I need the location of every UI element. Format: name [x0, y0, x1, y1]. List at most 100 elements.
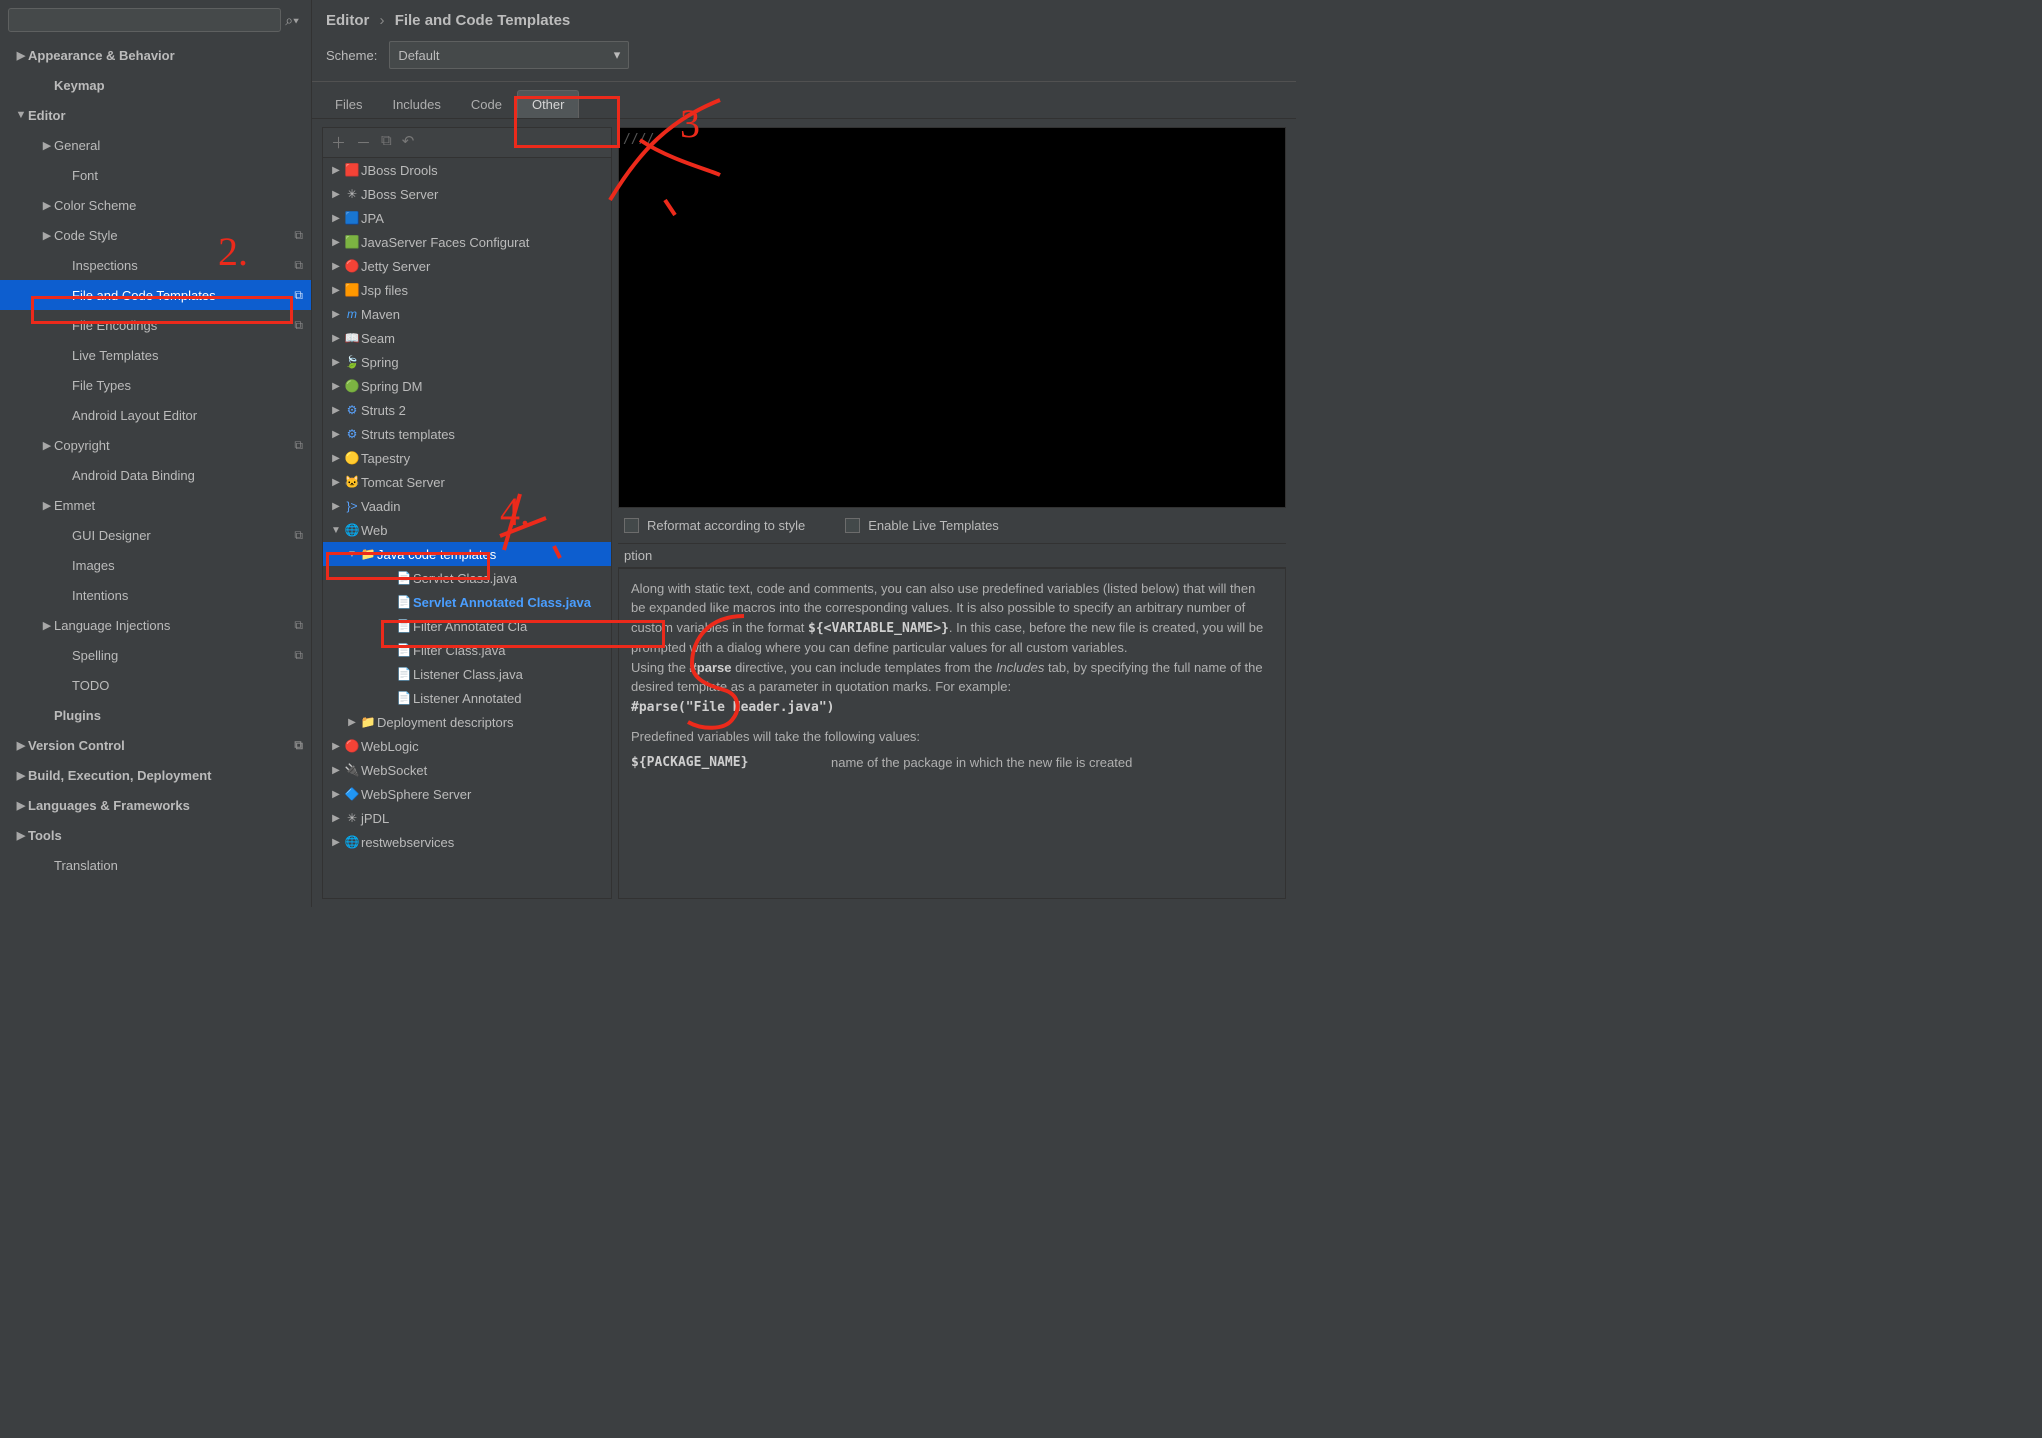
chevron-down-icon: ▾ — [614, 47, 621, 63]
sidebar-item-editor[interactable]: ▼Editor — [0, 100, 311, 130]
template-item-filter-annotated-cla[interactable]: 📄 Filter Annotated Cla — [323, 614, 611, 638]
template-item-maven[interactable]: ▶m Maven — [323, 302, 611, 326]
reformat-checkbox[interactable]: Reformat according to style — [624, 518, 805, 533]
template-item-label: Listener Annotated — [413, 691, 521, 706]
template-type-icon: 📄 — [395, 691, 413, 705]
template-item-jpdl[interactable]: ▶✳ jPDL — [323, 806, 611, 830]
template-type-icon: 🌐 — [343, 523, 361, 537]
revert-icon[interactable]: ↶ — [402, 132, 415, 153]
template-item-listener-class-java[interactable]: 📄 Listener Class.java — [323, 662, 611, 686]
sidebar-item-label: Font — [72, 168, 303, 183]
sidebar-item-general[interactable]: ▶General — [0, 130, 311, 160]
template-item-jetty-server[interactable]: ▶🔴 Jetty Server — [323, 254, 611, 278]
scheme-select[interactable]: Default ▾ — [389, 41, 629, 69]
sidebar-item-appearance-behavior[interactable]: ▶Appearance & Behavior — [0, 40, 311, 70]
template-item-web[interactable]: ▼🌐 Web — [323, 518, 611, 542]
scheme-label: Scheme: — [326, 48, 377, 63]
template-item-jboss-drools[interactable]: ▶🟥 JBoss Drools — [323, 158, 611, 182]
project-override-icon: ⧉ — [294, 738, 303, 753]
template-item-websocket[interactable]: ▶🔌 WebSocket — [323, 758, 611, 782]
template-item-tomcat-server[interactable]: ▶🐱 Tomcat Server — [323, 470, 611, 494]
sidebar-item-images[interactable]: Images — [0, 550, 311, 580]
template-editor[interactable]: //// — [618, 127, 1286, 508]
sidebar-item-version-control[interactable]: ▶Version Control⧉ — [0, 730, 311, 760]
template-item-listener-annotated[interactable]: 📄 Listener Annotated — [323, 686, 611, 710]
remove-icon[interactable]: － — [356, 132, 371, 153]
project-override-icon: ⧉ — [294, 618, 303, 633]
settings-sidebar: ⌕▾ ▶Appearance & BehaviorKeymap▼Editor▶G… — [0, 0, 312, 907]
project-override-icon: ⧉ — [294, 228, 303, 243]
template-item-deployment-descriptors[interactable]: ▶📁 Deployment descriptors — [323, 710, 611, 734]
arrow-icon: ▶ — [329, 165, 343, 176]
template-item-servlet-class-java[interactable]: 📄 Servlet Class.java — [323, 566, 611, 590]
sidebar-item-translation[interactable]: Translation — [0, 850, 311, 880]
tab-includes[interactable]: Includes — [377, 90, 455, 118]
template-item-spring-dm[interactable]: ▶🟢 Spring DM — [323, 374, 611, 398]
template-item-spring[interactable]: ▶🍃 Spring — [323, 350, 611, 374]
sidebar-item-file-types[interactable]: File Types — [0, 370, 311, 400]
sidebar-item-build-execution-deployment[interactable]: ▶Build, Execution, Deployment — [0, 760, 311, 790]
template-item-label: JPA — [361, 211, 384, 226]
template-item-struts-2[interactable]: ▶⚙ Struts 2 — [323, 398, 611, 422]
sidebar-item-file-and-code-templates[interactable]: File and Code Templates⧉ — [0, 280, 311, 310]
sidebar-item-plugins[interactable]: Plugins — [0, 700, 311, 730]
template-toolbar: ＋ － ⧉ ↶ — [323, 128, 611, 158]
sidebar-item-android-layout-editor[interactable]: Android Layout Editor — [0, 400, 311, 430]
tab-code[interactable]: Code — [456, 90, 517, 118]
template-item-label: WebSocket — [361, 763, 427, 778]
template-item-label: Filter Class.java — [413, 643, 505, 658]
sidebar-item-intentions[interactable]: Intentions — [0, 580, 311, 610]
search-icon[interactable]: ⌕▾ — [281, 12, 303, 29]
sidebar-item-languages-frameworks[interactable]: ▶Languages & Frameworks — [0, 790, 311, 820]
template-item-servlet-annotated-class-java[interactable]: 📄 Servlet Annotated Class.java — [323, 590, 611, 614]
copy-icon[interactable]: ⧉ — [381, 132, 392, 153]
template-item-javaserver-faces-configurat[interactable]: ▶🟩 JavaServer Faces Configurat — [323, 230, 611, 254]
sidebar-item-label: Appearance & Behavior — [28, 48, 303, 63]
tab-files[interactable]: Files — [320, 90, 377, 118]
project-override-icon: ⧉ — [294, 288, 303, 303]
template-item-label: JBoss Drools — [361, 163, 438, 178]
arrow-icon: ▶ — [329, 813, 343, 824]
template-item-weblogic[interactable]: ▶🔴 WebLogic — [323, 734, 611, 758]
live-templates-checkbox[interactable]: Enable Live Templates — [845, 518, 999, 533]
arrow-icon: ▶ — [329, 501, 343, 512]
sidebar-item-spelling[interactable]: Spelling⧉ — [0, 640, 311, 670]
sidebar-item-emmet[interactable]: ▶Emmet — [0, 490, 311, 520]
template-item-websphere-server[interactable]: ▶🔷 WebSphere Server — [323, 782, 611, 806]
sidebar-item-inspections[interactable]: Inspections⧉ — [0, 250, 311, 280]
breadcrumb-seg1[interactable]: Editor — [326, 12, 369, 29]
template-item-tapestry[interactable]: ▶🟡 Tapestry — [323, 446, 611, 470]
sidebar-item-copyright[interactable]: ▶Copyright⧉ — [0, 430, 311, 460]
sidebar-item-language-injections[interactable]: ▶Language Injections⧉ — [0, 610, 311, 640]
sidebar-item-color-scheme[interactable]: ▶Color Scheme — [0, 190, 311, 220]
template-item-struts-templates[interactable]: ▶⚙ Struts templates — [323, 422, 611, 446]
template-item-jsp-files[interactable]: ▶🟧 Jsp files — [323, 278, 611, 302]
sidebar-item-android-data-binding[interactable]: Android Data Binding — [0, 460, 311, 490]
sidebar-item-live-templates[interactable]: Live Templates — [0, 340, 311, 370]
sidebar-item-label: Color Scheme — [54, 198, 303, 213]
arrow-icon: ▶ — [40, 439, 54, 452]
template-item-filter-class-java[interactable]: 📄 Filter Class.java — [323, 638, 611, 662]
sidebar-item-keymap[interactable]: Keymap — [0, 70, 311, 100]
template-item-seam[interactable]: ▶📖 Seam — [323, 326, 611, 350]
template-item-java-code-templates[interactable]: ▼📁 Java code templates — [323, 542, 611, 566]
search-input[interactable] — [8, 8, 281, 32]
tab-other[interactable]: Other — [517, 90, 580, 118]
sidebar-item-file-encodings[interactable]: File Encodings⧉ — [0, 310, 311, 340]
template-item-restwebservices[interactable]: ▶🌐 restwebservices — [323, 830, 611, 854]
template-type-icon: 🟩 — [343, 235, 361, 249]
template-item-jboss-server[interactable]: ▶✳ JBoss Server — [323, 182, 611, 206]
add-icon[interactable]: ＋ — [331, 132, 346, 153]
template-tree[interactable]: ▶🟥 JBoss Drools▶✳ JBoss Server▶🟦 JPA▶🟩 J… — [323, 158, 611, 898]
sidebar-item-todo[interactable]: TODO — [0, 670, 311, 700]
template-item-vaadin[interactable]: ▶}> Vaadin — [323, 494, 611, 518]
sidebar-item-gui-designer[interactable]: GUI Designer⧉ — [0, 520, 311, 550]
sidebar-item-font[interactable]: Font — [0, 160, 311, 190]
template-item-jpa[interactable]: ▶🟦 JPA — [323, 206, 611, 230]
arrow-icon: ▶ — [329, 309, 343, 320]
sidebar-item-tools[interactable]: ▶Tools — [0, 820, 311, 850]
sidebar-item-code-style[interactable]: ▶Code Style⧉ — [0, 220, 311, 250]
scheme-value: Default — [398, 48, 439, 63]
sidebar-item-label: Editor — [28, 108, 303, 123]
arrow-icon: ▶ — [329, 477, 343, 488]
